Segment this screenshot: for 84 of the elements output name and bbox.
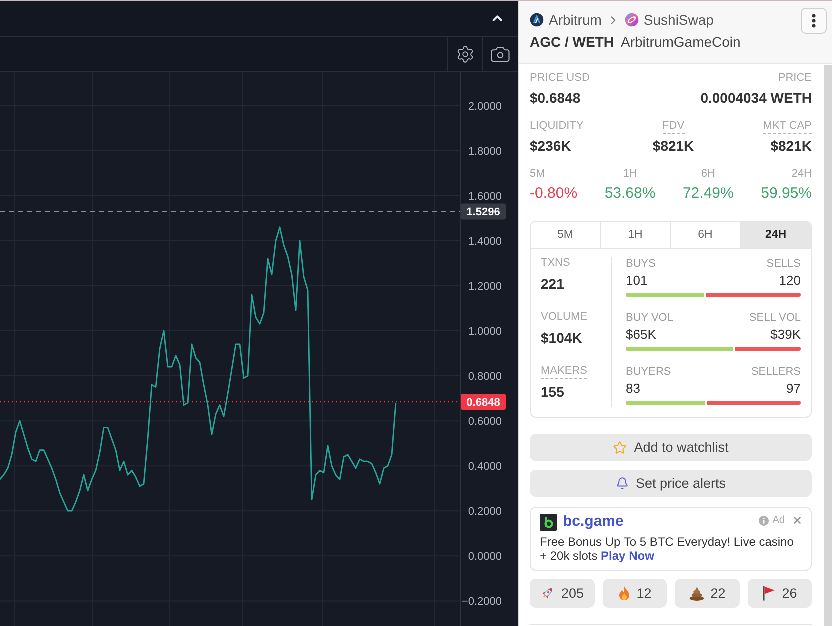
settings-icon	[456, 44, 474, 64]
poop-reaction-button[interactable]: 22	[675, 579, 740, 608]
star-icon	[613, 440, 628, 454]
logo-icon	[540, 514, 557, 530]
stat-value: $104K	[541, 329, 582, 347]
period-label: 1H	[623, 168, 638, 182]
price-axis-label: 0.4000	[468, 461, 502, 474]
market-value: $236K	[530, 137, 572, 155]
close-button[interactable]	[792, 515, 803, 526]
exchange-link[interactable]: SushiSwap	[624, 12, 714, 28]
fire-reaction-button[interactable]: 12	[602, 579, 667, 608]
price-change-value: 72.49%	[682, 185, 734, 203]
ref-line-label: 1.5296	[466, 206, 500, 219]
price-axis-label: 1.0000	[468, 326, 502, 338]
period-tab[interactable]: 24H	[741, 222, 811, 248]
price-axis-label: 0.2000	[468, 506, 502, 518]
ad-label: Ad	[772, 515, 785, 526]
info-icon	[758, 516, 769, 526]
close-icon	[792, 515, 803, 526]
price-axis-label: 0.8000	[468, 371, 502, 384]
fire-icon	[618, 586, 631, 601]
brand-link[interactable]: bc.game	[540, 513, 624, 531]
stat-label: PRICE USD	[530, 72, 590, 86]
buy-value: 101	[626, 273, 648, 289]
price-axis-label: 1.8000	[468, 146, 502, 158]
scrollbar[interactable]	[824, 65, 832, 626]
more-button[interactable]	[801, 8, 827, 34]
flag-icon	[762, 586, 776, 601]
price-value: 0.0004034 WETH	[700, 89, 812, 107]
more-icon	[812, 14, 816, 28]
price-axis-label: −0.2000	[462, 596, 502, 608]
price-axis-label: 0.0000	[468, 551, 502, 564]
buy-label: BUY VOL	[626, 311, 674, 325]
price-axis-label: 0.6000	[468, 416, 502, 428]
token-name: ArbitrumGameCoin	[621, 34, 741, 50]
buy-value: 83	[626, 381, 640, 397]
period-tab[interactable]: 5M	[531, 222, 601, 248]
stat-label: FDV	[662, 120, 685, 134]
price-change-value: -0.80%	[530, 185, 578, 203]
rocket-reaction-button[interactable]: 205	[530, 579, 594, 608]
network-link[interactable]: Arbitrum	[530, 12, 602, 28]
price-axis-label: 1.4000	[468, 236, 502, 248]
stat-value: 155	[541, 383, 564, 401]
stat-value: 221	[541, 275, 564, 293]
market-value: $821K	[652, 137, 694, 155]
price-axis-label: 1.2000	[468, 280, 502, 293]
sell-value: 97	[786, 381, 801, 397]
sell-label: SELL VOL	[749, 311, 801, 325]
period-label: 6H	[701, 168, 716, 182]
watchlist-button[interactable]: Add to watchlist	[530, 434, 812, 461]
price-value: $0.6848	[530, 89, 581, 107]
sell-value: 120	[779, 273, 801, 289]
rocket-icon	[540, 586, 556, 601]
exchange-logo-icon	[624, 13, 639, 27]
price-axis-label: 2.0000	[468, 100, 502, 113]
stat-label: MKT CAP	[763, 120, 812, 134]
stat-label: PRICE	[778, 72, 812, 86]
network-logo-icon	[530, 13, 544, 27]
market-value: $821K	[770, 137, 812, 155]
stat-label: VOLUME	[541, 311, 588, 325]
ref-line-label: 0.6848	[466, 396, 500, 409]
play-now-link[interactable]: Play Now	[601, 549, 654, 563]
stat-label: MAKERS	[541, 365, 588, 379]
buy-value: $65K	[626, 327, 656, 343]
bell-icon	[616, 477, 629, 490]
pair-name: AGC / WETH	[530, 34, 614, 50]
buy-label: BUYERS	[626, 365, 672, 379]
flag-reaction-button[interactable]: 26	[748, 579, 812, 608]
period-label: 5M	[530, 168, 546, 182]
ad-text: Free Bonus Up To 5 BTC Everyday! Live casino + 20k slots Play Now	[540, 535, 795, 563]
stat-label: LIQUIDITY	[530, 120, 584, 134]
sell-value: $39K	[770, 327, 801, 343]
stat-label: TXNS	[541, 257, 570, 271]
period-label: 24H	[792, 168, 812, 182]
price-change-value: 59.95%	[761, 185, 812, 203]
sell-label: SELLERS	[751, 365, 801, 379]
price-alert-button[interactable]: Set price alerts	[530, 470, 812, 497]
sell-label: SELLS	[766, 257, 801, 271]
last-price-label: 0.6848	[461, 394, 506, 410]
buy-label: BUYS	[626, 257, 656, 271]
high-price-label: 1.5296	[461, 204, 506, 220]
price-axis-label: 1.6000	[468, 190, 502, 203]
price-change-value: 53.68%	[604, 185, 656, 203]
poop-icon	[688, 586, 705, 600]
